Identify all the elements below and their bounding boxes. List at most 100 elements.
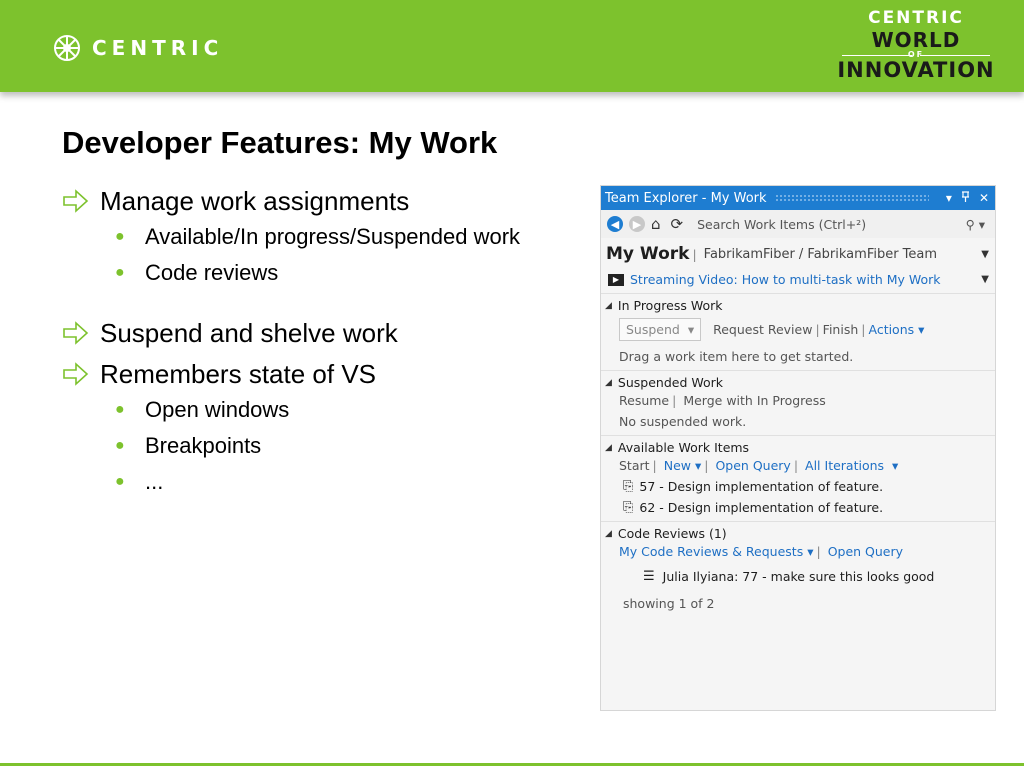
open-query-link[interactable]: Open Query	[715, 458, 790, 473]
in-progress-section: ◢ In Progress Work Suspend ▾ Request Revi…	[601, 293, 995, 370]
page-header[interactable]: My Work | FabrikamFiber / FabrikamFiber …	[601, 238, 995, 266]
team-explorer-panel: Team Explorer - My Work ▾ ✕ ◀ ▶ ⌂ ⟳ Sear…	[600, 185, 996, 711]
streaming-video-label: Streaming Video: How to multi-task with …	[630, 272, 941, 287]
suspended-empty: No suspended work.	[619, 414, 747, 429]
new-dropdown[interactable]: New ▾	[664, 458, 702, 473]
in-progress-hint: Drag a work item here to get started.	[619, 349, 854, 364]
bullet-level2: ● Available/In progress/Suspended work	[60, 219, 600, 255]
section-title: In Progress Work	[617, 298, 723, 313]
section-header[interactable]: ◢ Available Work Items	[605, 440, 989, 455]
bullet-text: Manage work assignments	[100, 185, 410, 216]
chevron-down-icon[interactable]: ▼	[981, 249, 989, 260]
centric-logo: CENTRIC	[52, 33, 223, 63]
search-placeholder: Search Work Items (Ctrl+²)	[697, 216, 867, 232]
section-title: Code Reviews (1)	[617, 526, 727, 541]
collapse-triangle-icon[interactable]: ◢	[605, 443, 612, 453]
brand-line-2: WORLD	[871, 28, 961, 52]
home-icon[interactable]: ⌂	[651, 215, 661, 233]
open-query-link[interactable]: Open Query	[828, 544, 903, 559]
suspend-dropdown[interactable]: Suspend ▾	[619, 318, 702, 341]
page-name: My Work	[606, 244, 690, 264]
bullet-level1: Suspend and shelve work	[60, 315, 600, 351]
grip-dots	[774, 194, 929, 202]
bullet-text: Code reviews	[145, 260, 279, 285]
start-link[interactable]: Start	[619, 458, 650, 473]
search-icon[interactable]: ⚲ ▾	[966, 217, 985, 232]
code-review-label: Julia Ilyiana: 77 - make sure this looks…	[662, 569, 935, 584]
chevron-down-icon: ▾	[687, 322, 695, 337]
finish-link[interactable]: Finish	[823, 322, 859, 337]
section-header[interactable]: ◢ Suspended Work	[605, 375, 989, 390]
section-title: Suspended Work	[617, 375, 724, 390]
work-item[interactable]: ⎘ 57 - Design implementation of feature.	[605, 479, 989, 494]
separator: |	[692, 246, 697, 262]
bullet-level2: ● Code reviews	[60, 255, 600, 291]
merge-link[interactable]: Merge with In Progress	[683, 393, 825, 408]
world-of-innovation-logo: CENTRIC WORLD OF INNOVATION	[818, 10, 1014, 81]
actions-dropdown[interactable]: Actions ▾	[868, 322, 924, 337]
bullet-text: Suspend and shelve work	[100, 317, 398, 348]
bullet-dot-icon: ●	[115, 264, 125, 281]
work-item-icon: ⎘	[623, 479, 634, 494]
work-item-label: 57 - Design implementation of feature.	[639, 479, 884, 494]
bullet-level2: ● Breakpoints	[60, 428, 600, 464]
close-icon[interactable]: ✕	[979, 191, 989, 205]
work-item-icon: ⎘	[623, 500, 634, 515]
brand-line-3: OF	[818, 51, 1014, 59]
header-banner: CENTRIC CENTRIC WORLD OF INNOVATION	[0, 0, 1024, 92]
search-work-items-input[interactable]: Search Work Items (Ctrl+²) ⚲ ▾	[693, 213, 989, 235]
chevron-down-icon[interactable]: ▼	[981, 274, 989, 285]
panel-title: Team Explorer - My Work	[605, 190, 767, 206]
my-code-reviews-dropdown[interactable]: My Code Reviews & Requests ▾	[619, 544, 813, 559]
brand-line-4: INNOVATION	[837, 58, 995, 82]
request-review-link[interactable]: Request Review	[713, 322, 812, 337]
resume-link[interactable]: Resume	[619, 393, 669, 408]
suspended-section: ◢ Suspended Work Resume | Merge with In Pr…	[601, 370, 995, 435]
collapse-triangle-icon[interactable]: ◢	[605, 529, 612, 539]
arrow-bullet-icon	[63, 321, 89, 345]
code-reviews-section: ◢ Code Reviews (1) My Code Reviews & Requ…	[601, 521, 995, 617]
pin-icon[interactable]	[961, 191, 970, 205]
bullet-text: Available/In progress/Suspended work	[145, 224, 521, 249]
centric-logo-icon	[54, 35, 80, 61]
team-explorer-titlebar[interactable]: Team Explorer - My Work ▾ ✕	[601, 186, 995, 210]
code-review-icon: ☰	[643, 569, 655, 584]
chevron-down-icon[interactable]: ▾	[946, 191, 952, 205]
bullet-level2: ● Open windows	[60, 392, 600, 428]
work-item-label: 62 - Design implementation of feature.	[639, 500, 884, 515]
bullet-dot-icon: ●	[115, 473, 125, 490]
forward-arrow-icon[interactable]: ▶	[629, 216, 645, 232]
team-explorer-toolbar: ◀ ▶ ⌂ ⟳ Search Work Items (Ctrl+²) ⚲ ▾	[601, 210, 995, 238]
logo-text: CENTRIC	[92, 36, 224, 60]
bullet-level1: Remembers state of VS	[60, 356, 600, 392]
slide-title: Developer Features: My Work	[62, 125, 498, 160]
bullet-dot-icon: ●	[115, 401, 125, 418]
bullet-level2: ●...	[60, 464, 600, 500]
work-item[interactable]: ⎘ 62 - Design implementation of feature.	[605, 500, 989, 515]
bullet-dot-icon: ●	[115, 437, 125, 454]
all-iterations-dropdown[interactable]: All Iterations ▾	[805, 458, 898, 473]
bullet-level1: Manage work assignments	[60, 183, 600, 219]
bullet-text: Remembers state of VS	[100, 358, 376, 389]
refresh-icon[interactable]: ⟳	[671, 215, 684, 233]
in-progress-actions: Suspend ▾ Request Review | Finish | Action…	[605, 318, 989, 341]
bullet-list: Manage work assignments ● Available/In pr…	[60, 183, 600, 500]
bullet-text: ...	[145, 469, 164, 494]
footer-line	[0, 763, 1024, 766]
section-header[interactable]: ◢ Code Reviews (1)	[605, 526, 989, 541]
bullet-dot-icon: ●	[115, 228, 125, 245]
arrow-bullet-icon	[63, 362, 89, 386]
section-title: Available Work Items	[617, 440, 750, 455]
showing-count: showing 1 of 2	[623, 596, 715, 611]
collapse-triangle-icon[interactable]: ◢	[605, 301, 612, 311]
collapse-triangle-icon[interactable]: ◢	[605, 378, 612, 388]
code-review-item[interactable]: ☰ Julia Ilyiana: 77 - make sure this look…	[605, 569, 989, 584]
play-icon: ▶	[608, 273, 624, 286]
arrow-bullet-icon	[63, 189, 89, 213]
streaming-video-link[interactable]: ▶ Streaming Video: How to multi-task wit…	[601, 266, 995, 293]
back-arrow-icon[interactable]: ◀	[607, 216, 623, 232]
section-header[interactable]: ◢ In Progress Work	[605, 298, 989, 313]
page-context: FabrikamFiber / FabrikamFiber Team	[703, 246, 938, 262]
suspend-label: Suspend	[626, 322, 680, 337]
bullet-text: Breakpoints	[145, 433, 262, 458]
